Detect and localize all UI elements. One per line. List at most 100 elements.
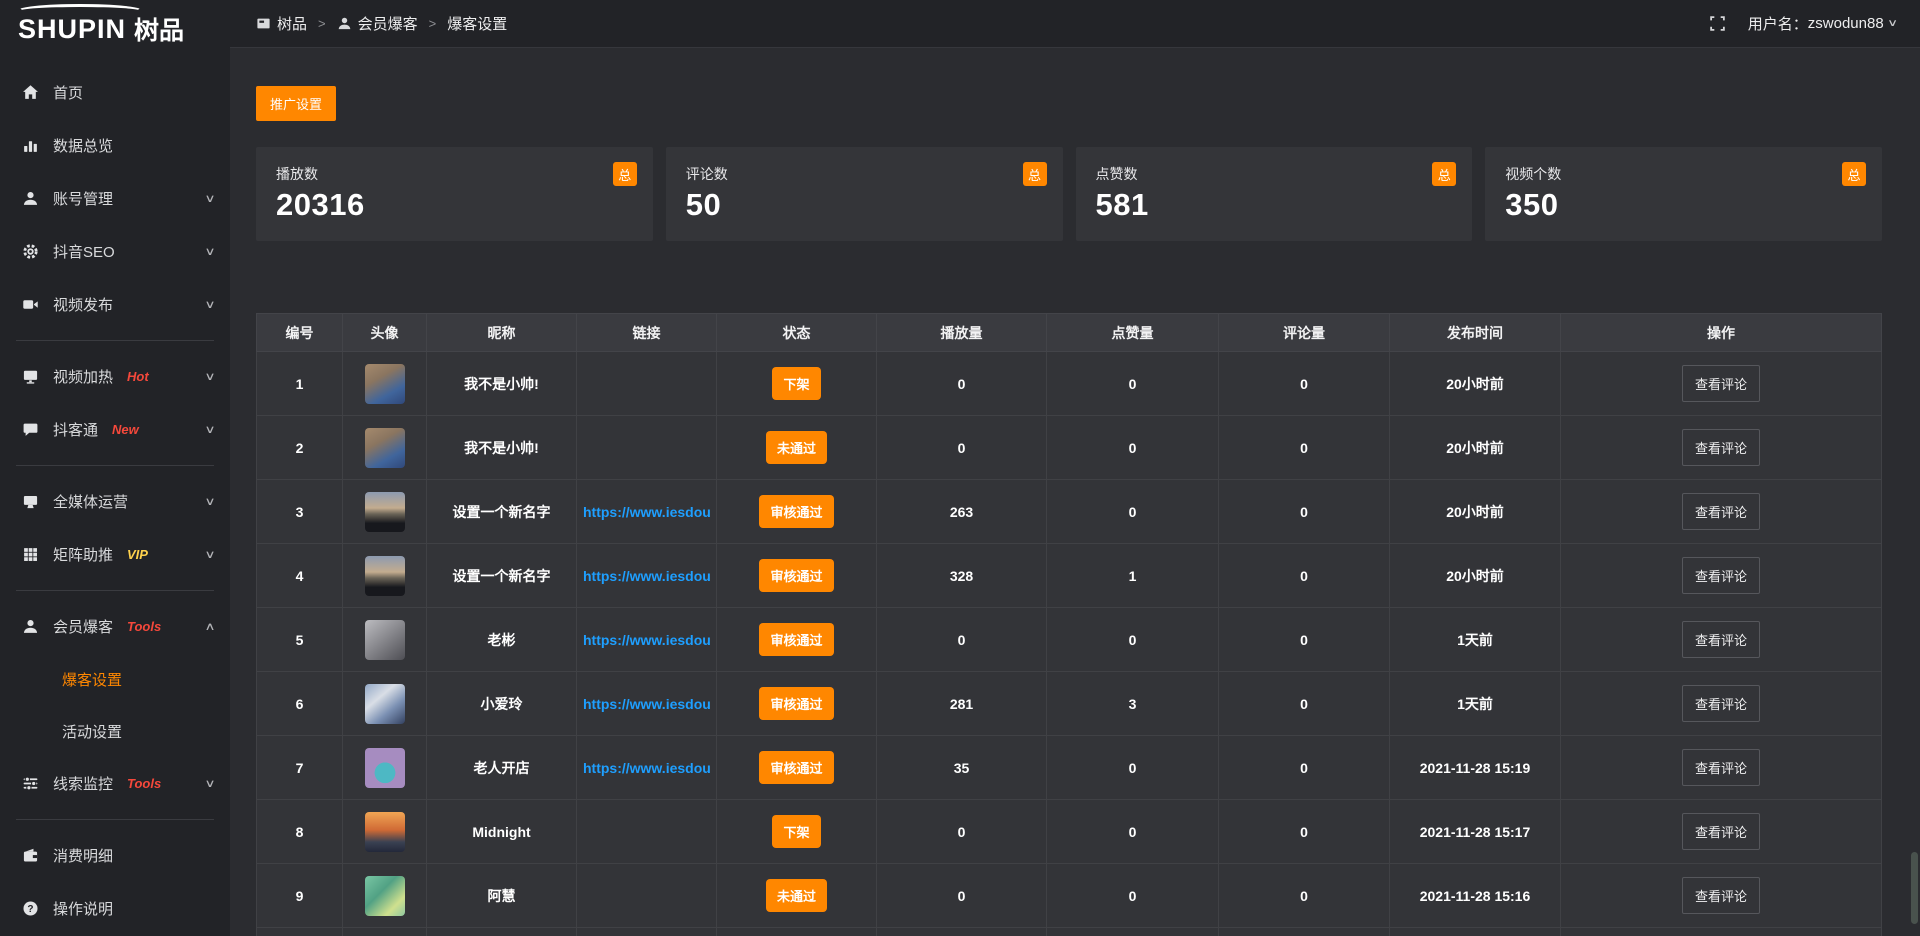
monitor-icon: [22, 493, 39, 510]
view-comments-button[interactable]: 查看评论: [1682, 493, 1760, 530]
username-menu[interactable]: 用户名： zswodun88 ∨: [1748, 13, 1896, 34]
breadcrumb: 树品>会员爆客>爆客设置: [256, 13, 507, 34]
sidebar-item-baoke-settings[interactable]: 爆客设置: [0, 653, 230, 705]
status-badge[interactable]: 下架: [772, 367, 820, 400]
video-link[interactable]: https://www.iesdouyin.c: [583, 760, 710, 776]
cell-nickname: 我不是小帅!: [427, 416, 577, 480]
cell-likes: [1047, 928, 1219, 936]
sidebar-item-consume-detail[interactable]: 消费明细: [0, 829, 230, 882]
view-comments-button[interactable]: 查看评论: [1682, 749, 1760, 786]
sidebar-item-label: 数据总览: [53, 135, 113, 156]
cell-plays: 281: [877, 672, 1047, 736]
cell-avatar: [343, 352, 427, 416]
status-badge[interactable]: 审核通过: [759, 559, 833, 592]
cell-id: 4: [257, 544, 343, 608]
breadcrumb-item[interactable]: 树品: [256, 13, 307, 34]
breadcrumb-separator: >: [429, 16, 437, 31]
avatar: [365, 428, 405, 468]
column-header: 播放量: [877, 314, 1047, 352]
stat-card: 点赞数581总: [1076, 147, 1473, 241]
display-icon: [22, 368, 39, 385]
wallet-icon: [22, 847, 39, 864]
sidebar-item-label: 线索监控: [53, 773, 113, 794]
sidebar-item-member-baoke[interactable]: 会员爆客Tools∧: [0, 600, 230, 653]
column-header: 头像: [343, 314, 427, 352]
gear-icon: [22, 243, 39, 260]
sidebar-item-activity-settings[interactable]: 活动设置: [0, 705, 230, 757]
cell-time: 20小时前: [1390, 480, 1561, 544]
status-badge[interactable]: 下架: [772, 815, 820, 848]
sidebar-item-label: 消费明细: [53, 845, 113, 866]
cell-time: 20小时前: [1390, 416, 1561, 480]
sidebar-item-video-publish[interactable]: 视频发布∨: [0, 278, 230, 331]
cell-comments: 0: [1219, 864, 1390, 928]
sidebar-item-matrix-boost[interactable]: 矩阵助推VIP∨: [0, 528, 230, 581]
status-badge[interactable]: 审核通过: [759, 623, 833, 656]
sidebar-item-clue-monitor[interactable]: 线索监控Tools∨: [0, 757, 230, 810]
topbar: 树品>会员爆客>爆客设置 用户名： zswodun88 ∨: [230, 0, 1920, 48]
status-badge[interactable]: 审核通过: [759, 495, 833, 528]
view-comments-button[interactable]: 查看评论: [1682, 621, 1760, 658]
sidebar-item-video-heat[interactable]: 视频加热Hot∨: [0, 350, 230, 403]
videos-table: 编号头像昵称链接状态播放量点赞量评论量发布时间操作1我不是小帅!下架00020小…: [256, 313, 1882, 936]
status-badge[interactable]: 未通过: [766, 879, 827, 912]
sidebar-item-label: 活动设置: [62, 721, 122, 742]
sidebar-item-label: 爆客设置: [62, 669, 122, 690]
sidebar-item-data-overview[interactable]: 数据总览: [0, 119, 230, 172]
view-comments-button[interactable]: 查看评论: [1682, 365, 1760, 402]
chevron-down-icon: ∨: [204, 495, 215, 508]
cell-avatar: [343, 736, 427, 800]
view-comments-button[interactable]: 查看评论: [1682, 685, 1760, 722]
cell-avatar: [343, 928, 427, 936]
page-scrollbar-thumb[interactable]: [1911, 852, 1918, 924]
dashboard-icon: [256, 16, 271, 31]
status-badge[interactable]: 未通过: [766, 431, 827, 464]
username-value: zswodun88: [1808, 15, 1884, 32]
chevron-down-icon: ∨: [204, 298, 215, 311]
breadcrumb-item[interactable]: 会员爆客: [337, 13, 418, 34]
topbar-right: 用户名： zswodun88 ∨: [1709, 13, 1896, 34]
sidebar-nav: 首页数据总览账号管理∨抖音SEO∨视频发布∨ 视频加热Hot∨抖客通New∨ 全媒体…: [0, 52, 230, 935]
sidebar-item-douketong[interactable]: 抖客通New∨: [0, 403, 230, 456]
view-comments-button[interactable]: 查看评论: [1682, 429, 1760, 466]
fullscreen-icon[interactable]: [1709, 15, 1726, 32]
brand-logo[interactable]: SHUPIN 树品: [0, 0, 230, 52]
sidebar-item-operation-guide[interactable]: ?操作说明: [0, 882, 230, 935]
cell-id: 2: [257, 416, 343, 480]
cell-id: 9: [257, 864, 343, 928]
table-row: 4设置一个新名字https://www.iesdouyin.c审核通过32810…: [257, 544, 1882, 608]
view-comments-button[interactable]: 查看评论: [1682, 877, 1760, 914]
view-comments-button[interactable]: 查看评论: [1682, 557, 1760, 594]
cell-time: 2021-11-28 15:19: [1390, 736, 1561, 800]
avatar: [365, 620, 405, 660]
cell-status: 审核通过: [717, 672, 877, 736]
cell-likes: 0: [1047, 800, 1219, 864]
video-link[interactable]: https://www.iesdouyin.c: [583, 568, 710, 584]
cell-nickname: [427, 928, 577, 936]
cell-action: 查看评论: [1561, 736, 1882, 800]
breadcrumb-label: 树品: [277, 13, 307, 34]
video-icon: [22, 296, 39, 313]
video-link[interactable]: https://www.iesdouyin.c: [583, 632, 710, 648]
cell-link: [577, 352, 717, 416]
total-badge: 总: [613, 162, 637, 186]
sliders-icon: [22, 775, 39, 792]
cell-plays: [877, 928, 1047, 936]
grid-icon: [22, 546, 39, 563]
video-link[interactable]: https://www.iesdouyin.c: [583, 504, 710, 520]
view-comments-button[interactable]: 查看评论: [1682, 813, 1760, 850]
cell-time: 20小时前: [1390, 352, 1561, 416]
column-header: 发布时间: [1390, 314, 1561, 352]
status-badge[interactable]: 审核通过: [759, 687, 833, 720]
video-link[interactable]: https://www.iesdouyin.c: [583, 696, 710, 712]
sidebar-item-media-operation[interactable]: 全媒体运营∨: [0, 475, 230, 528]
status-badge[interactable]: 审核通过: [759, 751, 833, 784]
cell-nickname: 设置一个新名字: [427, 480, 577, 544]
sidebar-item-label: 矩阵助推: [53, 544, 113, 565]
promotion-settings-button[interactable]: 推广设置: [256, 86, 336, 121]
sidebar-item-douyin-seo[interactable]: 抖音SEO∨: [0, 225, 230, 278]
sidebar-item-account-manage[interactable]: 账号管理∨: [0, 172, 230, 225]
sidebar-item-home[interactable]: 首页: [0, 66, 230, 119]
cell-id: 3: [257, 480, 343, 544]
table-row: 5老彬https://www.iesdouyin.c审核通过0001天前查看评论: [257, 608, 1882, 672]
